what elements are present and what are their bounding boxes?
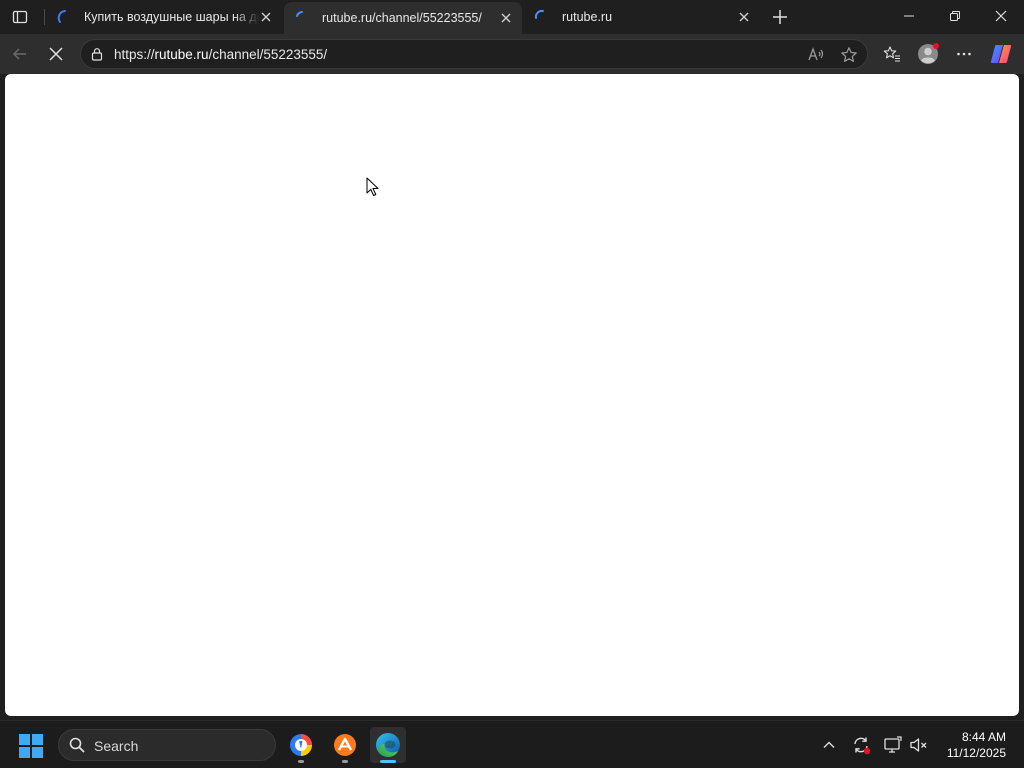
tab-rutube-channel[interactable]: rutube.ru/channel/55223555/ (284, 2, 522, 34)
taskbar-app-edge[interactable] (370, 727, 406, 763)
taskbar-app-orange[interactable] (327, 727, 363, 763)
tab-close-icon[interactable] (736, 9, 752, 25)
read-aloud-icon[interactable] (805, 44, 827, 66)
mouse-cursor-icon (366, 177, 379, 196)
search-icon (69, 737, 85, 753)
sync-icon (854, 737, 871, 755)
tab-close-icon[interactable] (258, 9, 274, 25)
tab-title: rutube.ru (562, 10, 613, 24)
windows-start-icon[interactable] (18, 733, 44, 759)
clock-time: 8:44 AM (961, 730, 1006, 744)
edge-browser-icon (376, 733, 400, 757)
running-indicator (298, 760, 304, 763)
display-tray-button[interactable] (881, 733, 905, 757)
orange-app-icon (334, 734, 356, 756)
tab-title: rutube.ru/channel/55223555/ (322, 11, 482, 25)
tab-balloons[interactable]: Купить воздушные шары на ден (46, 0, 282, 34)
copilot-icon (990, 45, 1012, 63)
new-tab-button[interactable] (768, 5, 792, 29)
minimize-button[interactable] (886, 0, 932, 32)
profile-button[interactable] (914, 40, 942, 68)
plus-icon (773, 10, 787, 24)
monitor-icon (884, 736, 902, 753)
close-icon (995, 10, 1007, 22)
url-scheme: https:// (114, 47, 155, 62)
tab-strip: Купить воздушные шары на ден rutube.ru/c… (0, 0, 1024, 34)
restore-button[interactable] (932, 0, 978, 32)
stop-loading-button[interactable] (42, 40, 70, 68)
back-button[interactable] (6, 40, 34, 68)
url-text[interactable]: https://rutube.ru/channel/55223555/ (114, 47, 327, 62)
running-indicator (342, 760, 348, 763)
clock-date: 11/12/2025 (946, 746, 1006, 760)
back-arrow-icon (12, 48, 26, 60)
speaker-muted-icon (910, 738, 927, 752)
taskbar-search-box[interactable]: Search (58, 729, 276, 761)
yandex-browser-icon (290, 734, 312, 756)
restore-icon (950, 11, 960, 21)
sync-status-button[interactable] (849, 733, 873, 757)
stop-icon (49, 47, 63, 61)
windows-taskbar: Search 8:44 AM 11/12/2025 (0, 720, 1024, 768)
more-dots-icon (957, 52, 971, 56)
favorites-icon (883, 46, 900, 62)
url-path: /channel/55223555/ (208, 47, 328, 62)
url-host: rutube.ru (154, 47, 209, 62)
minimize-icon (904, 15, 914, 17)
settings-menu-button[interactable] (950, 40, 978, 68)
taskbar-app-yandex-browser[interactable] (283, 727, 319, 763)
tab-actions-button[interactable] (8, 5, 32, 29)
tab-actions-icon (12, 10, 28, 24)
tab-rutube[interactable]: rutube.ru (524, 0, 760, 34)
volume-muted-button[interactable] (907, 733, 931, 757)
browser-toolbar: https://rutube.ru/channel/55223555/ (0, 34, 1024, 74)
favorite-star-icon[interactable] (838, 44, 860, 66)
tab-title: Купить воздушные шары на ден (84, 10, 260, 24)
favorites-button[interactable] (878, 40, 906, 68)
search-label: Search (94, 738, 139, 754)
tab-separator (44, 9, 45, 25)
copilot-button[interactable] (987, 40, 1015, 68)
close-window-button[interactable] (978, 0, 1024, 32)
lock-icon[interactable] (89, 46, 105, 62)
tab-close-icon[interactable] (498, 10, 514, 26)
loading-spinner-icon (534, 9, 550, 25)
loading-spinner-icon (294, 10, 310, 26)
active-indicator (380, 760, 396, 763)
chevron-up-icon (823, 741, 835, 748)
show-hidden-icons-button[interactable] (817, 733, 841, 757)
desktop-screen: Купить воздушные шары на ден rutube.ru/c… (0, 0, 1024, 768)
address-bar[interactable]: https://rutube.ru/channel/55223555/ (80, 39, 868, 69)
profile-avatar-icon (918, 43, 939, 64)
taskbar-clock[interactable]: 8:44 AM 11/12/2025 (947, 729, 1006, 761)
web-page-content[interactable] (5, 74, 1019, 716)
rutube-favicon-icon (56, 9, 72, 25)
